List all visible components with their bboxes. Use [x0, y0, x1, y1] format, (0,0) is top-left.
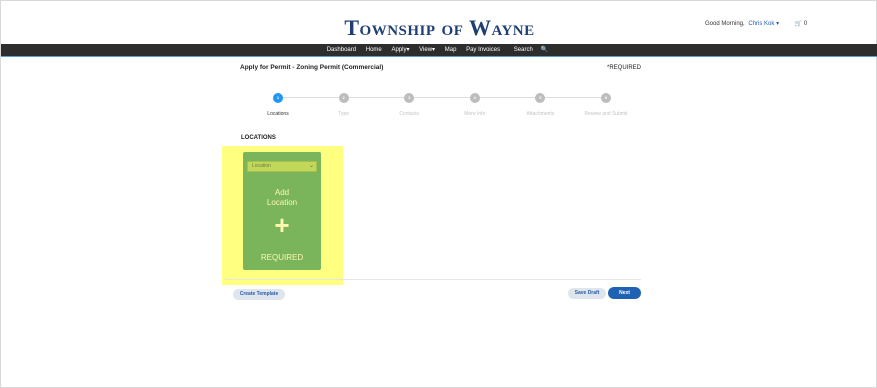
step-number: 2 [338, 93, 349, 103]
nav-menu: Dashboard Home Apply▾ View▾ Map Pay Invo… [1, 44, 877, 56]
search-icon: 🔍 [540, 47, 549, 53]
step-number: 6 [601, 93, 611, 103]
step-attachments[interactable]: 5 Attachments [505, 93, 575, 117]
plus-icon[interactable]: + [243, 212, 321, 238]
locations-heading: LOCATIONS [241, 135, 276, 141]
nav-item-home[interactable]: Home [366, 47, 382, 53]
next-button[interactable]: Next [608, 287, 641, 299]
user-name: Chris Kok [748, 21, 775, 27]
user-bar: Good Morning, Chris Kok ▾ 🛒 0 [705, 20, 807, 27]
user-menu[interactable]: Chris Kok ▾ [748, 21, 779, 27]
step-label: Contacts [399, 111, 420, 117]
location-select-placeholder: Location [252, 163, 271, 169]
step-number: 5 [535, 93, 546, 103]
nav-item-view[interactable]: View▾ [419, 47, 435, 53]
nav-item-search[interactable]: Search 🔍 [510, 47, 553, 53]
required-note: *REQUIRED [607, 65, 642, 71]
add-location-label-line1: Add [274, 188, 290, 197]
nav-search-label: Search [513, 47, 533, 53]
cart-count: 0 [803, 21, 808, 27]
step-number: 3 [404, 93, 415, 103]
chevron-down-icon: ▾ [776, 21, 780, 27]
required-label: REQUIRED [260, 253, 304, 262]
step-type[interactable]: 2 Type [309, 93, 379, 117]
chevron-down-icon: ⌄ [308, 163, 314, 169]
step-contacts[interactable]: 3 Contacts [374, 93, 444, 117]
progress-steps: 1 Locations 2 Type 3 Contacts 4 More Inf… [267, 93, 628, 119]
cart-button[interactable]: 🛒 0 [795, 21, 808, 27]
nav-item-apply[interactable]: Apply▾ [391, 47, 409, 53]
nav-item-pay-invoices[interactable]: Pay Invoices [466, 47, 500, 53]
nav-item-dashboard[interactable]: Dashboard [327, 47, 356, 53]
create-template-button[interactable]: Create Template [233, 289, 285, 300]
step-more-info[interactable]: 4 More Info [440, 93, 510, 117]
section-divider [225, 279, 641, 280]
add-location-card[interactable]: Location ⌄ Add Location + REQUIRED [243, 152, 321, 270]
step-review-and-submit[interactable]: 6 Review and Submit [571, 93, 641, 117]
nav-item-map[interactable]: Map [445, 47, 457, 53]
step-label: Review and Submit [584, 111, 628, 117]
page-title: Apply for Permit - Zoning Permit (Commer… [240, 64, 384, 71]
step-label: Attachments [526, 111, 555, 117]
cart-icon: 🛒 [794, 21, 803, 27]
step-locations[interactable]: 1 Locations [243, 93, 313, 117]
step-number: 1 [273, 93, 283, 103]
step-label: Locations [267, 111, 289, 117]
add-location-label-line2: Location [266, 198, 298, 207]
navbar: Dashboard Home Apply▾ View▾ Map Pay Invo… [1, 44, 877, 57]
page: Township of Wayne Good Morning, Chris Ko… [0, 0, 877, 388]
step-number: 4 [469, 93, 480, 103]
location-select[interactable]: Location ⌄ [247, 161, 317, 172]
step-label: Type [338, 111, 350, 117]
step-label: More Info [464, 111, 486, 117]
add-location-label: Add Location [243, 188, 321, 208]
save-draft-button[interactable]: Save Draft [568, 288, 606, 299]
township-logo[interactable]: Township of Wayne [1, 15, 877, 41]
greeting-text: Good Morning, [705, 21, 745, 27]
